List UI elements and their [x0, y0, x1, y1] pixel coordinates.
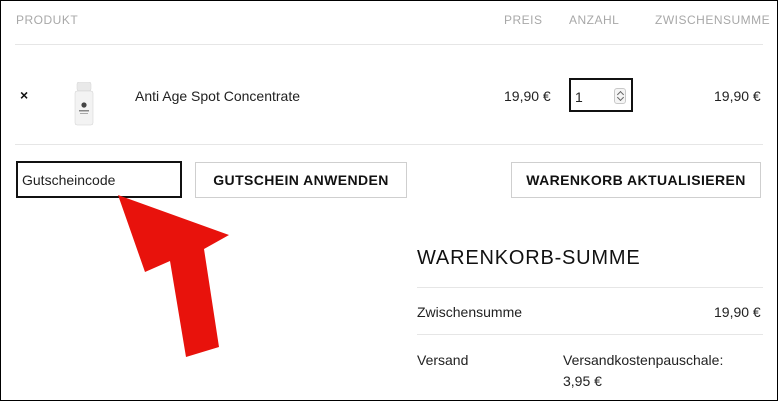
- page-frame: [0, 0, 778, 401]
- shipping-label: Versand: [417, 352, 469, 368]
- quantity-stepper[interactable]: 1: [569, 78, 633, 112]
- row-divider: [15, 144, 763, 145]
- item-subtotal: 19,90 €: [714, 88, 761, 104]
- shipping-cost-value: 3,95 €: [563, 373, 602, 389]
- update-cart-button[interactable]: WARENKORB AKTUALISIEREN: [511, 162, 761, 198]
- remove-item-button[interactable]: ×: [20, 87, 28, 103]
- totals-subtotal-label: Zwischensumme: [417, 304, 523, 320]
- apply-coupon-button[interactable]: GUTSCHEIN ANWENDEN: [195, 162, 407, 198]
- product-bottle-image[interactable]: [74, 82, 94, 126]
- quantity-value[interactable]: 1: [575, 89, 583, 105]
- totals-subtotal-value: 19,90 €: [714, 304, 761, 320]
- totals-divider: [417, 287, 763, 288]
- spin-arrows-icon[interactable]: [614, 88, 626, 104]
- shipping-method-text: Versandkostenpauschale:: [563, 352, 724, 368]
- item-price: 19,90 €: [504, 88, 551, 104]
- header-divider: [15, 44, 763, 45]
- coupon-code-input[interactable]: [16, 161, 182, 198]
- column-header-product: PRODUKT: [16, 13, 79, 27]
- column-header-subtotal: ZWISCHENSUMME: [655, 13, 771, 27]
- cart-totals-title: WARENKORB-SUMME: [417, 247, 641, 269]
- column-header-quantity: ANZAHL: [569, 13, 620, 27]
- totals-divider: [417, 334, 763, 335]
- product-name-link[interactable]: Anti Age Spot Concentrate: [135, 88, 300, 104]
- column-header-price: PREIS: [504, 13, 543, 27]
